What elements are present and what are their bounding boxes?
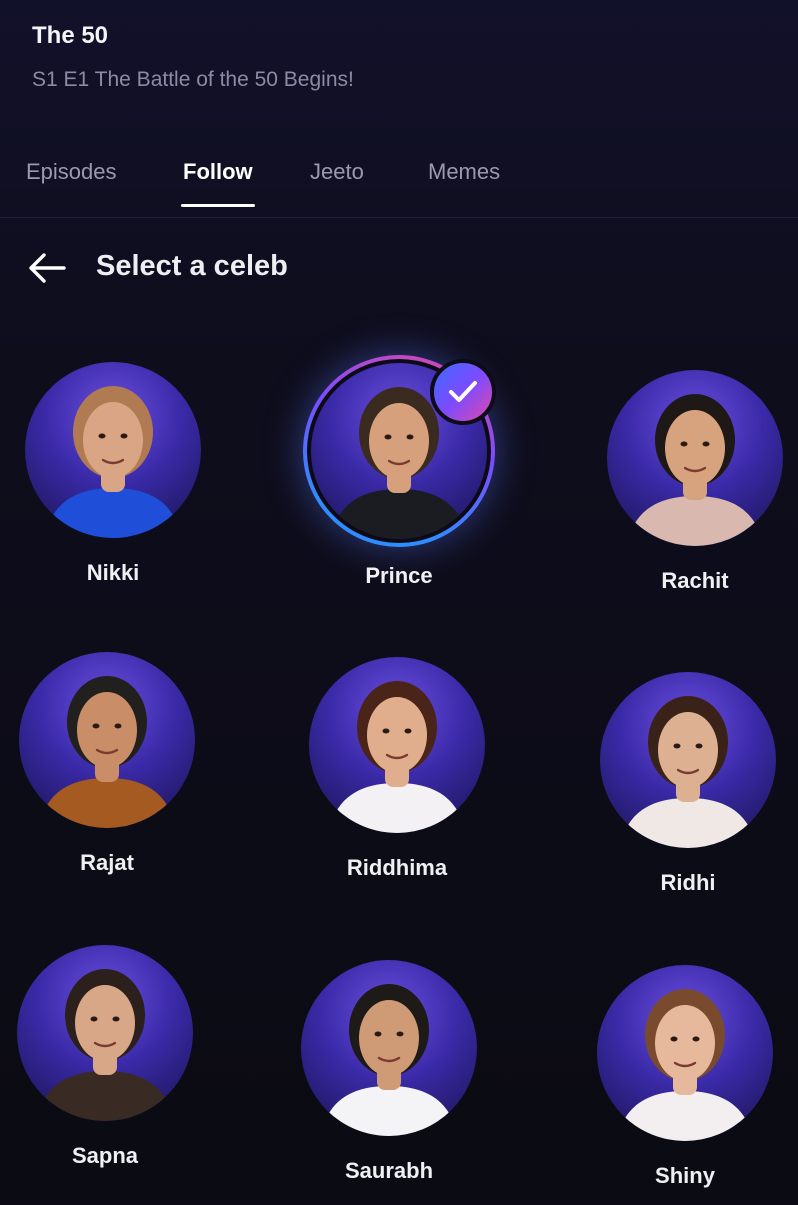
celeb-name: Prince: [365, 563, 433, 588]
show-title: The 50: [32, 22, 109, 49]
arrow-left-icon[interactable]: [26, 248, 68, 288]
tab-episodes[interactable]: Episodes: [26, 159, 117, 207]
celeb-avatar: [607, 370, 783, 546]
select-celeb-header: Select a celeb: [0, 240, 798, 296]
celeb-avatar: [17, 945, 193, 1121]
select-celeb-title: Select a celeb: [96, 250, 288, 282]
portrait-image: [321, 984, 457, 1136]
portrait-image: [627, 394, 763, 546]
app-screen: The 50 S1 E1 The Battle of the 50 Begins…: [0, 0, 798, 1200]
celeb-name: Saurabh: [344, 1158, 434, 1183]
celeb-name: Nikki: [86, 560, 140, 585]
celeb-name: Riddhima: [346, 855, 448, 880]
portrait-image: [39, 676, 175, 828]
celeb-card-shiny[interactable]: Shiny: [580, 965, 790, 1205]
celeb-card-sapna[interactable]: Sapna: [0, 945, 210, 1185]
celeb-card-prince[interactable]: Prince: [294, 359, 504, 605]
portrait-image: [45, 386, 181, 538]
celeb-avatar: [25, 362, 201, 538]
celeb-avatar: [301, 960, 477, 1136]
checkmark-icon: [430, 359, 496, 425]
celeb-name: Sapna: [71, 1143, 139, 1168]
episode-title: S1 E1 The Battle of the 50 Begins!: [32, 68, 354, 91]
celeb-name: Shiny: [655, 1163, 715, 1188]
tab-bar: Episodes Follow Jeeto Memes: [0, 145, 798, 218]
celeb-avatar: [597, 965, 773, 1141]
portrait-image: [329, 681, 465, 833]
celeb-card-nikki[interactable]: Nikki: [8, 362, 218, 602]
celeb-card-rajat[interactable]: Rajat: [2, 652, 212, 892]
celeb-card-rachit[interactable]: Rachit: [590, 370, 798, 610]
celeb-avatar: [19, 652, 195, 828]
tab-memes[interactable]: Memes: [428, 159, 500, 207]
celeb-avatar: [600, 672, 776, 848]
celeb-card-saurabh[interactable]: Saurabh: [284, 960, 494, 1200]
celeb-name: Rachit: [661, 568, 729, 593]
tab-follow[interactable]: Follow: [181, 159, 255, 207]
celeb-name: Ridhi: [660, 870, 716, 895]
celeb-avatar: [309, 657, 485, 833]
tab-jeeto[interactable]: Jeeto: [310, 159, 364, 207]
portrait-image: [617, 989, 753, 1141]
portrait-image: [620, 696, 756, 848]
celeb-name: Rajat: [80, 850, 134, 875]
celeb-card-riddhima[interactable]: Riddhima: [292, 657, 502, 897]
portrait-image: [37, 969, 173, 1121]
celeb-card-ridhi[interactable]: Ridhi: [583, 672, 793, 912]
